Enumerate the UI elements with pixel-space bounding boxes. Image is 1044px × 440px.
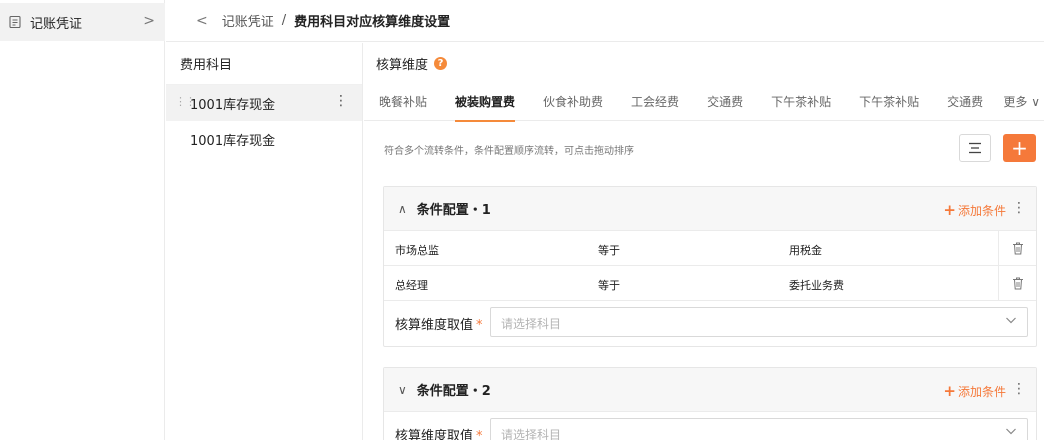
condition-card: ∨ 条件配置・2 + 添加条件 ⋮ 核算维度取值 * 请选择科目	[383, 367, 1037, 440]
dimension-value-label: 核算维度取值 *	[395, 314, 483, 333]
chevron-up-icon[interactable]: ∧	[398, 202, 407, 216]
tab-more-dropdown[interactable]: 更多 ∨	[1003, 83, 1040, 121]
condition-card-title: 条件配置・1	[416, 203, 491, 218]
drag-handle-icon[interactable]: ⋮⋮	[175, 95, 196, 108]
delete-condition-button[interactable]	[998, 231, 1036, 266]
breadcrumb-separator: /	[281, 13, 287, 28]
sort-button[interactable]	[959, 134, 991, 162]
more-vertical-icon[interactable]: ⋮	[1012, 200, 1026, 216]
tab-dinner-allowance[interactable]: 晚餐补贴	[379, 83, 427, 121]
chevron-down-icon[interactable]: ∨	[398, 383, 407, 397]
add-condition-label: 添加条件	[957, 385, 1006, 399]
dimension-panel: 核算维度 ? 晚餐补贴 被装购置费 伙食补助费 工会经费 交通费 下午茶补贴 下…	[364, 43, 1044, 440]
condition-card-title: 条件配置・2	[416, 384, 491, 399]
subject-item[interactable]: 1001库存现金	[166, 121, 362, 157]
tab-afternoon-tea-2[interactable]: 下午茶补贴	[859, 83, 919, 121]
condition-operator[interactable]: 等于	[598, 242, 620, 258]
more-vertical-icon[interactable]: ⋮	[334, 93, 348, 109]
back-icon[interactable]: <	[196, 13, 208, 29]
sidebar-item-label: 记账凭证	[30, 16, 83, 32]
plus-icon: +	[943, 201, 956, 219]
condition-card-header[interactable]: ∨ 条件配置・2 + 添加条件 ⋮	[384, 368, 1036, 412]
subject-item-label: 1001库存现金	[190, 133, 276, 149]
breadcrumb: < 记账凭证 / 费用科目对应核算维度设置	[166, 0, 1044, 42]
trash-icon	[1012, 277, 1023, 290]
dimension-value-select[interactable]: 请选择科目	[490, 418, 1028, 440]
dimension-panel-title: 核算维度	[376, 57, 429, 73]
app-root: 记账凭证 > < 记账凭证 / 费用科目对应核算维度设置 费用科目 ⋮⋮ 100…	[0, 0, 1044, 440]
dimension-panel-header: 核算维度 ?	[364, 43, 1044, 83]
sort-lines-icon	[969, 142, 981, 154]
dimension-value-label-text: 核算维度取值	[395, 318, 474, 333]
condition-row: 市场总监 等于 用税金	[384, 231, 1036, 266]
condition-value[interactable]: 用税金	[789, 242, 822, 258]
condition-row: 总经理 等于 委托业务费	[384, 266, 1036, 301]
subject-item[interactable]: ⋮⋮ 1001库存现金 ⋮	[166, 85, 362, 121]
subject-panel-title: 费用科目	[166, 43, 362, 85]
required-mark: *	[476, 429, 483, 440]
breadcrumb-parent[interactable]: 记账凭证	[222, 11, 274, 30]
add-condition-group-button[interactable]: +	[1003, 134, 1036, 162]
tab-transport-fee[interactable]: 交通费	[707, 83, 743, 121]
subject-panel: 费用科目 ⋮⋮ 1001库存现金 ⋮ 1001库存现金	[166, 43, 363, 440]
select-placeholder: 请选择科目	[501, 428, 562, 440]
add-condition-button[interactable]: + 添加条件	[943, 382, 1006, 400]
more-vertical-icon[interactable]: ⋮	[1012, 381, 1026, 397]
chevron-right-icon[interactable]: >	[143, 13, 155, 29]
toolbar: 符合多个流转条件，条件配置顺序流转，可点击拖动排序 +	[364, 121, 1044, 177]
tab-meal-subsidy[interactable]: 伙食补助费	[543, 83, 603, 121]
chevron-down-icon	[1006, 317, 1016, 324]
condition-card: ∧ 条件配置・1 + 添加条件 ⋮ 市场总监 等于 用税金 总经理 等于 委托业务…	[383, 186, 1037, 347]
condition-value[interactable]: 委托业务费	[789, 277, 844, 293]
help-icon[interactable]: ?	[434, 56, 448, 70]
tab-clothing-purchase[interactable]: 被装购置费	[455, 83, 516, 122]
tab-bar: 晚餐补贴 被装购置费 伙食补助费 工会经费 交通费 下午茶补贴 下午茶补贴 交通…	[364, 83, 1044, 122]
select-placeholder: 请选择科目	[501, 317, 562, 331]
plus-icon: +	[943, 382, 956, 400]
add-condition-label: 添加条件	[957, 204, 1006, 218]
condition-field[interactable]: 总经理	[395, 277, 428, 293]
subject-item-label: 1001库存现金	[190, 97, 276, 113]
add-condition-button[interactable]: + 添加条件	[943, 201, 1006, 219]
sidebar-item-voucher[interactable]: 记账凭证 >	[0, 3, 165, 41]
dimension-value-row: 核算维度取值 * 请选择科目	[384, 412, 1036, 440]
required-mark: *	[476, 318, 483, 333]
chevron-down-icon: ∨	[1031, 95, 1040, 109]
dimension-value-label-text: 核算维度取值	[395, 429, 474, 440]
tab-afternoon-tea[interactable]: 下午茶补贴	[771, 83, 831, 121]
condition-card-header[interactable]: ∧ 条件配置・1 + 添加条件 ⋮	[384, 187, 1036, 231]
tab-union-fee[interactable]: 工会经费	[631, 83, 679, 121]
page-title: 费用科目对应核算维度设置	[294, 15, 451, 30]
delete-condition-button[interactable]	[998, 266, 1036, 301]
dimension-value-label: 核算维度取值 *	[395, 425, 483, 440]
hint-text: 符合多个流转条件，条件配置顺序流转，可点击拖动排序	[384, 146, 634, 157]
condition-field[interactable]: 市场总监	[395, 242, 439, 258]
tab-more-label: 更多	[1003, 95, 1028, 109]
dimension-value-row: 核算维度取值 * 请选择科目	[384, 301, 1036, 346]
tab-transport-fee-2[interactable]: 交通费	[947, 83, 983, 121]
dimension-value-select[interactable]: 请选择科目	[490, 307, 1028, 337]
document-icon	[8, 15, 22, 29]
sidebar: 记账凭证 >	[0, 0, 165, 440]
chevron-down-icon	[1006, 428, 1016, 435]
trash-icon	[1012, 242, 1023, 255]
condition-operator[interactable]: 等于	[598, 277, 620, 293]
